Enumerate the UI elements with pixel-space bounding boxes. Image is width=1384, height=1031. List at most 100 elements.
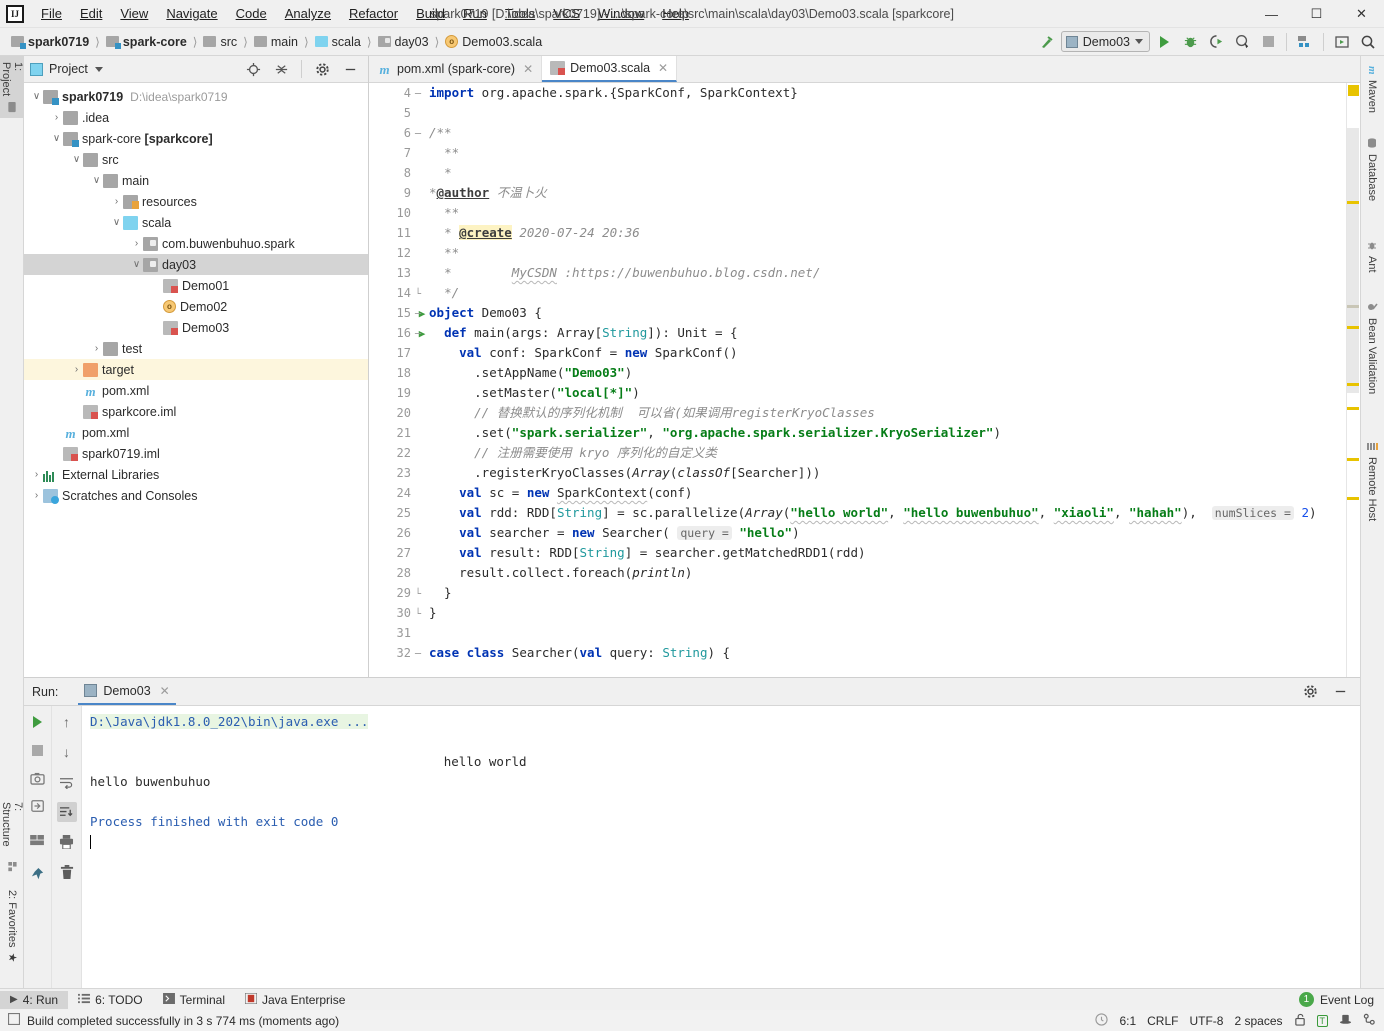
sidebar-item-database[interactable]: Database [1360,132,1384,222]
code-fold-toggle[interactable]: ─ [411,123,425,143]
menu-window[interactable]: Window [589,2,653,25]
profiler-icon[interactable] [1230,30,1254,54]
tree-node-external-libraries[interactable]: › External Libraries [24,464,368,485]
code-fold-toggle[interactable]: └ [411,583,425,603]
menu-edit[interactable]: Edit [71,2,111,25]
line-separator[interactable]: CRLF [1147,1014,1178,1028]
tree-node-pom-xml[interactable]: m pom.xml [24,380,368,401]
breadcrumb-item-main[interactable]: main [251,33,301,51]
todo-marker[interactable] [1347,305,1359,308]
menu-view[interactable]: View [111,2,157,25]
editor-marker-scrollbar[interactable] [1346,83,1360,677]
screenshot-icon[interactable] [28,768,48,788]
tree-node-scratches-and-consoles[interactable]: › Scratches and Consoles [24,485,368,506]
sidebar-item-maven[interactable]: m Maven [1360,60,1384,122]
tree-expand-arrow[interactable]: › [70,364,83,375]
stop-icon[interactable] [1256,30,1280,54]
sidebar-item-structure[interactable]: 7: Structure [0,796,24,878]
warning-marker[interactable] [1347,497,1359,500]
run-with-coverage-icon[interactable] [1204,30,1228,54]
tree-node-spark0719[interactable]: ∨ spark0719 D:\idea\spark0719 [24,86,368,107]
tree-expand-arrow[interactable]: › [30,490,43,501]
settings-gear-icon[interactable] [310,57,334,81]
tree-node-com-buwenbuhuo-spark[interactable]: › com.buwenbuhuo.spark [24,233,368,254]
code-fold-toggle[interactable]: ─ [411,83,425,103]
code-line[interactable]: result.collect.foreach(println) [429,563,1360,583]
menu-file[interactable]: File [32,2,71,25]
code-line[interactable]: .setMaster("local[*]") [429,383,1360,403]
scroll-down-icon[interactable]: ↓ [57,742,77,762]
close-icon[interactable]: ✕ [160,684,170,698]
code-line[interactable]: // 替换默认的序列化机制 可以省(如果调用registerKryoClasse… [429,403,1360,423]
menu-build[interactable]: Build [407,2,454,25]
menu-refactor[interactable]: Refactor [340,2,407,25]
code-line[interactable]: val rdd: RDD[String] = sc.parallelize(Ar… [429,503,1360,523]
code-line[interactable]: } [429,603,1360,623]
hide-panel-icon[interactable] [1328,680,1352,704]
stop-icon[interactable] [28,740,48,760]
sidebar-item-ant[interactable]: Ant [1360,234,1384,286]
transparent-T-icon[interactable]: T [1316,1014,1328,1027]
close-button[interactable]: ✕ [1339,0,1384,28]
code-line[interactable]: ** [429,243,1360,263]
export-icon[interactable] [28,796,48,816]
code-line[interactable]: // 注册需要使用 kryo 序列化的自定义类 [429,443,1360,463]
run-icon[interactable] [1152,30,1176,54]
unlocked-icon[interactable] [1294,1013,1306,1029]
collapse-all-icon[interactable] [269,57,293,81]
menu-run[interactable]: Run [454,2,496,25]
code-line[interactable]: * [429,163,1360,183]
code-fold-toggle[interactable]: ─ [411,323,425,343]
bottom-tab-todo[interactable]: 6: TODO [68,991,153,1009]
menu-analyze[interactable]: Analyze [276,2,340,25]
tree-expand-arrow[interactable]: ∨ [30,91,43,102]
code-line[interactable]: } [429,583,1360,603]
sidebar-item-bean-validation[interactable]: Bean Validation [1360,296,1384,424]
warning-marker[interactable] [1347,407,1359,410]
tree-node-pom-xml[interactable]: m pom.xml [24,422,368,443]
search-everywhere-icon[interactable] [1356,30,1380,54]
tree-expand-arrow[interactable]: › [110,196,123,207]
tree-expand-arrow[interactable]: ∨ [110,217,123,228]
code-line[interactable]: .setAppName("Demo03") [429,363,1360,383]
event-log-area[interactable]: 1 Event Log [1298,992,1384,1007]
code-line[interactable]: val sc = new SparkContext(conf) [429,483,1360,503]
maximize-button[interactable]: ☐ [1294,0,1339,28]
tree-expand-arrow[interactable]: ∨ [90,175,103,186]
sidebar-item-remote-host[interactable]: Remote Host [1360,436,1384,540]
code-fold-toggle[interactable]: └ [411,603,425,623]
tree-expand-arrow[interactable]: › [50,112,63,123]
code-line[interactable]: * @create 2020-07-24 20:36 [429,223,1360,243]
debug-bug-icon[interactable] [1178,30,1202,54]
tree-node-target[interactable]: › target [24,359,368,380]
hide-panel-icon[interactable] [338,57,362,81]
tree-node-src[interactable]: ∨ src [24,149,368,170]
print-icon[interactable] [57,832,77,852]
menu-help[interactable]: Help [653,2,698,25]
locate-icon[interactable] [241,57,265,81]
code-fold-toggle[interactable]: ─ [411,303,425,323]
tree-node-spark-core-sparkcore[interactable]: ∨ spark-core [sparkcore] [24,128,368,149]
tree-node-scala[interactable]: ∨ scala [24,212,368,233]
tree-node-spark0719-iml[interactable]: spark0719.iml [24,443,368,464]
code-line[interactable]: import org.apache.spark.{SparkConf, Spar… [429,83,1360,103]
settings-gear-icon[interactable] [1298,680,1322,704]
breadcrumb-item-day03[interactable]: day03 [375,33,432,51]
warning-marker[interactable] [1347,458,1359,461]
breadcrumb-item-scala[interactable]: scala [312,33,364,51]
code-line[interactable]: */ [429,283,1360,303]
code-content[interactable]: import org.apache.spark.{SparkConf, Spar… [429,83,1360,663]
code-line[interactable]: .set("spark.serializer", "org.apache.spa… [429,423,1360,443]
tree-expand-arrow[interactable]: ∨ [70,154,83,165]
code-line[interactable]: val conf: SparkConf = new SparkConf() [429,343,1360,363]
code-folding-gutter[interactable]: ─ ─ └ ─ ─ └ └ ─ [411,83,425,677]
project-tree[interactable]: ∨ spark0719 D:\idea\spark0719 › .idea ∨ spark-… [24,83,368,677]
menu-tools[interactable]: Tools [496,2,544,25]
tree-expand-arrow[interactable]: ∨ [130,259,143,270]
clock-icon[interactable] [1095,1012,1109,1029]
code-line[interactable]: val result: RDD[String] = searcher.getMa… [429,543,1360,563]
code-line[interactable]: val searcher = new Searcher( query = "he… [429,523,1360,543]
tree-expand-arrow[interactable]: › [90,343,103,354]
tree-node-test[interactable]: › test [24,338,368,359]
chevron-down-icon[interactable] [94,66,103,72]
